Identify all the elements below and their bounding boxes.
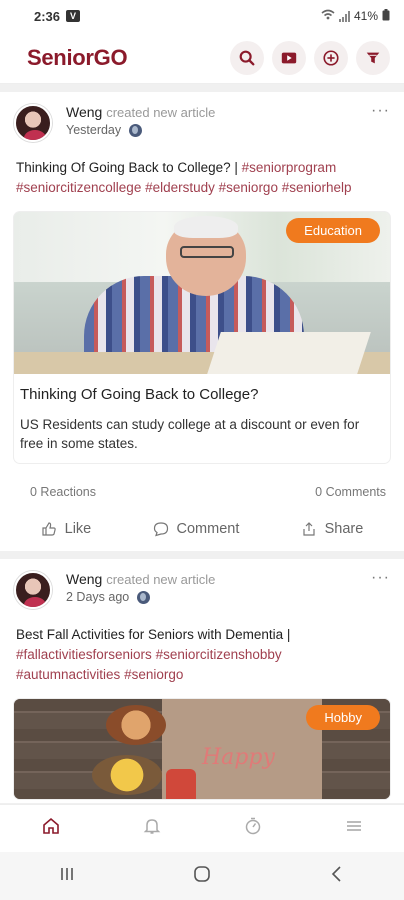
post-action-text: created new article — [106, 105, 216, 120]
add-circle-icon — [323, 49, 339, 66]
article-description: US Residents can study college at a disc… — [20, 417, 360, 451]
post-time: Yesterday — [66, 123, 122, 137]
news-feed[interactable]: Weng created new article Yesterday ··· T… — [0, 84, 404, 804]
battery-icon — [382, 8, 390, 24]
share-button[interactable]: Share — [301, 521, 364, 537]
post-header: Weng created new article 2 Days ago ··· — [0, 559, 404, 609]
nav-menu[interactable] — [344, 816, 364, 841]
globe-icon — [137, 590, 151, 604]
article-image: Education — [14, 212, 390, 374]
battery-percent: 41% — [353, 9, 378, 23]
more-options-icon[interactable]: ··· — [371, 103, 390, 119]
post-stats: 0 Reactions 0 Comments — [0, 463, 404, 499]
back-icon — [331, 865, 341, 882]
notification-icon: V — [66, 10, 81, 22]
nav-home[interactable] — [41, 816, 61, 841]
status-bar: 2:36 V 41% — [0, 0, 404, 32]
recents-button[interactable] — [57, 864, 77, 889]
share-icon — [303, 522, 315, 536]
like-label: Like — [64, 521, 92, 537]
hashtag[interactable]: #elderstudy — [145, 180, 215, 195]
article-title: Thinking Of Going Back to College? — [20, 386, 259, 403]
bell-icon — [143, 819, 160, 834]
category-badge[interactable]: Education — [286, 218, 380, 243]
home-circle-icon — [194, 865, 210, 882]
post-time: 2 Days ago — [66, 590, 130, 604]
article-body: Thinking Of Going Back to College? US Re… — [14, 374, 390, 463]
post-text: Best Fall Activities for Seniors with De… — [0, 609, 404, 685]
bottom-nav — [0, 804, 404, 852]
post-text: Thinking Of Going Back to College? | #se… — [0, 142, 404, 198]
post-author[interactable]: Weng — [66, 104, 102, 120]
comment-icon — [153, 522, 168, 537]
feed-post: Weng created new article 2 Days ago ··· … — [0, 559, 404, 803]
category-badge[interactable]: Hobby — [306, 705, 380, 730]
reactions-count[interactable]: 0 Reactions — [30, 485, 96, 499]
system-nav-bar — [0, 852, 404, 900]
back-button[interactable] — [327, 864, 347, 889]
search-icon — [239, 50, 255, 65]
feed-post: Weng created new article Yesterday ··· T… — [0, 92, 404, 551]
post-meta: Weng created new article Yesterday — [66, 104, 371, 137]
comments-count[interactable]: 0 Comments — [315, 485, 386, 499]
post-action-text: created new article — [106, 572, 216, 587]
post-caption: Thinking Of Going Back to College? | — [16, 160, 238, 175]
article-image: Happy Hobby — [14, 699, 390, 799]
hashtag[interactable]: #seniorgo — [124, 667, 183, 682]
article-card[interactable]: Happy Hobby — [14, 699, 390, 799]
video-button[interactable] — [272, 40, 306, 75]
hashtag[interactable]: #seniorhelp — [282, 180, 352, 195]
home-icon — [42, 817, 59, 834]
video-icon — [281, 52, 297, 63]
image-text: Happy — [202, 745, 275, 770]
hashtag[interactable]: #fallactivitiesforseniors — [16, 647, 152, 662]
filter-button[interactable] — [356, 40, 390, 75]
create-post-button[interactable] — [314, 40, 348, 75]
timer-icon — [245, 817, 260, 835]
article-card[interactable]: Education Thinking Of Going Back to Coll… — [14, 212, 390, 463]
hashtag[interactable]: #autumnactivities — [16, 667, 120, 682]
post-caption: Best Fall Activities for Seniors with De… — [16, 627, 291, 642]
app-logo[interactable]: SeniorGO — [27, 45, 128, 71]
avatar[interactable] — [14, 571, 52, 609]
comment-button[interactable]: Comment — [153, 521, 240, 537]
app-header: SeniorGO — [0, 32, 404, 84]
hashtag[interactable]: #seniorgo — [219, 180, 278, 195]
avatar[interactable] — [14, 104, 52, 142]
post-actions: Like Comment Share — [0, 499, 404, 547]
status-right: 41% — [321, 8, 390, 24]
search-button[interactable] — [230, 40, 264, 75]
nav-activity[interactable] — [243, 816, 263, 841]
hashtag[interactable]: #seniorcitizenshobby — [156, 647, 282, 662]
share-label: Share — [324, 521, 364, 537]
post-author[interactable]: Weng — [66, 571, 102, 587]
globe-icon — [129, 123, 143, 137]
thumbs-up-icon — [42, 522, 56, 536]
post-header: Weng created new article Yesterday ··· — [0, 92, 404, 142]
wifi-icon — [321, 9, 335, 23]
like-button[interactable]: Like — [41, 521, 92, 537]
header-actions — [230, 40, 390, 75]
post-meta: Weng created new article 2 Days ago — [66, 571, 371, 604]
hashtag[interactable]: #seniorprogram — [242, 160, 337, 175]
status-time: 2:36 — [34, 8, 61, 24]
filter-icon — [366, 52, 380, 63]
nav-notifications[interactable] — [142, 816, 162, 841]
hashtag[interactable]: #seniorcitizencollege — [16, 180, 141, 195]
comment-label: Comment — [176, 521, 240, 537]
signal-icon — [338, 10, 350, 22]
more-options-icon[interactable]: ··· — [371, 570, 390, 586]
recents-icon — [61, 867, 74, 880]
home-system-button[interactable] — [192, 864, 212, 889]
menu-icon — [346, 821, 361, 831]
